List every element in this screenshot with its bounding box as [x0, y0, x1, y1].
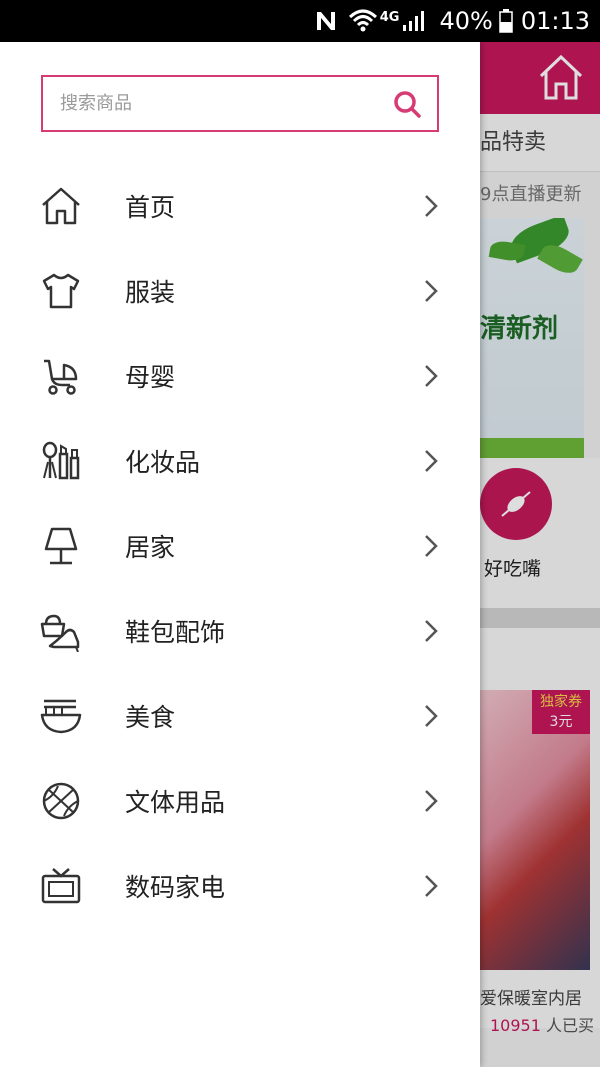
- tv-icon: [40, 865, 82, 907]
- clock: 01:13: [520, 7, 590, 35]
- menu-item-label: 鞋包配饰: [125, 617, 226, 647]
- menu-item-label: 母婴: [125, 362, 176, 392]
- chevron-right-icon: [420, 701, 442, 731]
- battery-icon: [499, 9, 513, 33]
- category-menu: 首页 服装 母婴 化妆品 居家 鞋包配饰 美食 文体用品 数码家电: [0, 163, 480, 928]
- menu-item-label: 服装: [125, 277, 176, 307]
- menu-item-label: 居家: [125, 532, 176, 562]
- bg-category[interactable]: 好吃嘴: [480, 458, 600, 608]
- buyers-count: 10951 人已买: [490, 1016, 595, 1035]
- coupon-badge: 独家券 3元: [532, 690, 590, 734]
- cosmetics-icon: [40, 440, 82, 482]
- status-bar: 4G 40% 01:13: [0, 0, 600, 42]
- lamp-icon: [40, 525, 82, 567]
- menu-item-sports[interactable]: 文体用品: [0, 758, 480, 843]
- menu-item-baby[interactable]: 母婴: [0, 333, 480, 418]
- noodle-bowl-icon: [40, 695, 82, 737]
- bg-banner[interactable]: 清新剂: [480, 218, 584, 458]
- bg-banner-text: 清新剂: [480, 314, 559, 344]
- bg-header: [480, 42, 600, 114]
- chevron-right-icon: [420, 446, 442, 476]
- product-title: 爱保暖室内居: [480, 989, 582, 1009]
- menu-item-label: 化妆品: [125, 447, 201, 477]
- signal-icon: [401, 9, 425, 33]
- battery-percent: 40%: [439, 7, 493, 35]
- search-input[interactable]: [60, 93, 385, 114]
- search-icon[interactable]: [385, 82, 429, 126]
- chevron-right-icon: [420, 531, 442, 561]
- menu-item-home[interactable]: 首页: [0, 163, 480, 248]
- chevron-right-icon: [420, 616, 442, 646]
- menu-item-cosmetics[interactable]: 化妆品: [0, 418, 480, 503]
- navigation-drawer: 首页 服装 母婴 化妆品: [0, 42, 480, 1067]
- bg-category-label: 好吃嘴: [484, 558, 542, 580]
- tshirt-icon: [40, 270, 82, 312]
- bg-update-note: 9点直播更新: [480, 184, 582, 205]
- home-icon: [40, 185, 82, 227]
- menu-item-home-living[interactable]: 居家: [0, 503, 480, 588]
- background-app: 品特卖 9点直播更新 清新剂 好吃嘴 独家券 3元 爱保暖室内居 10951 人…: [480, 42, 600, 1067]
- menu-item-electronics[interactable]: 数码家电: [0, 843, 480, 928]
- food-category-icon: [480, 468, 552, 540]
- nfc-icon: [314, 9, 338, 33]
- home-icon[interactable]: [536, 52, 586, 106]
- search-box[interactable]: [41, 75, 439, 132]
- menu-item-food[interactable]: 美食: [0, 673, 480, 758]
- bag-shoe-icon: [40, 610, 82, 653]
- wifi-icon: [348, 9, 378, 33]
- menu-item-label: 美食: [125, 702, 176, 732]
- menu-item-label: 首页: [125, 192, 176, 222]
- chevron-right-icon: [420, 276, 442, 306]
- chevron-right-icon: [420, 361, 442, 391]
- chevron-right-icon: [420, 871, 442, 901]
- menu-item-clothing[interactable]: 服装: [0, 248, 480, 333]
- network-type-label: 4G: [379, 9, 400, 25]
- chevron-right-icon: [420, 786, 442, 816]
- bg-product-card[interactable]: 独家券 3元 爱保暖室内居 10951 人已买: [480, 628, 600, 1035]
- chevron-right-icon: [420, 191, 442, 221]
- menu-item-label: 数码家电: [125, 872, 226, 902]
- bg-subtitle: 品特卖: [480, 114, 600, 172]
- menu-item-label: 文体用品: [125, 787, 226, 817]
- menu-item-shoes-bags[interactable]: 鞋包配饰: [0, 588, 480, 673]
- basketball-icon: [40, 780, 82, 822]
- stroller-icon: [40, 355, 82, 397]
